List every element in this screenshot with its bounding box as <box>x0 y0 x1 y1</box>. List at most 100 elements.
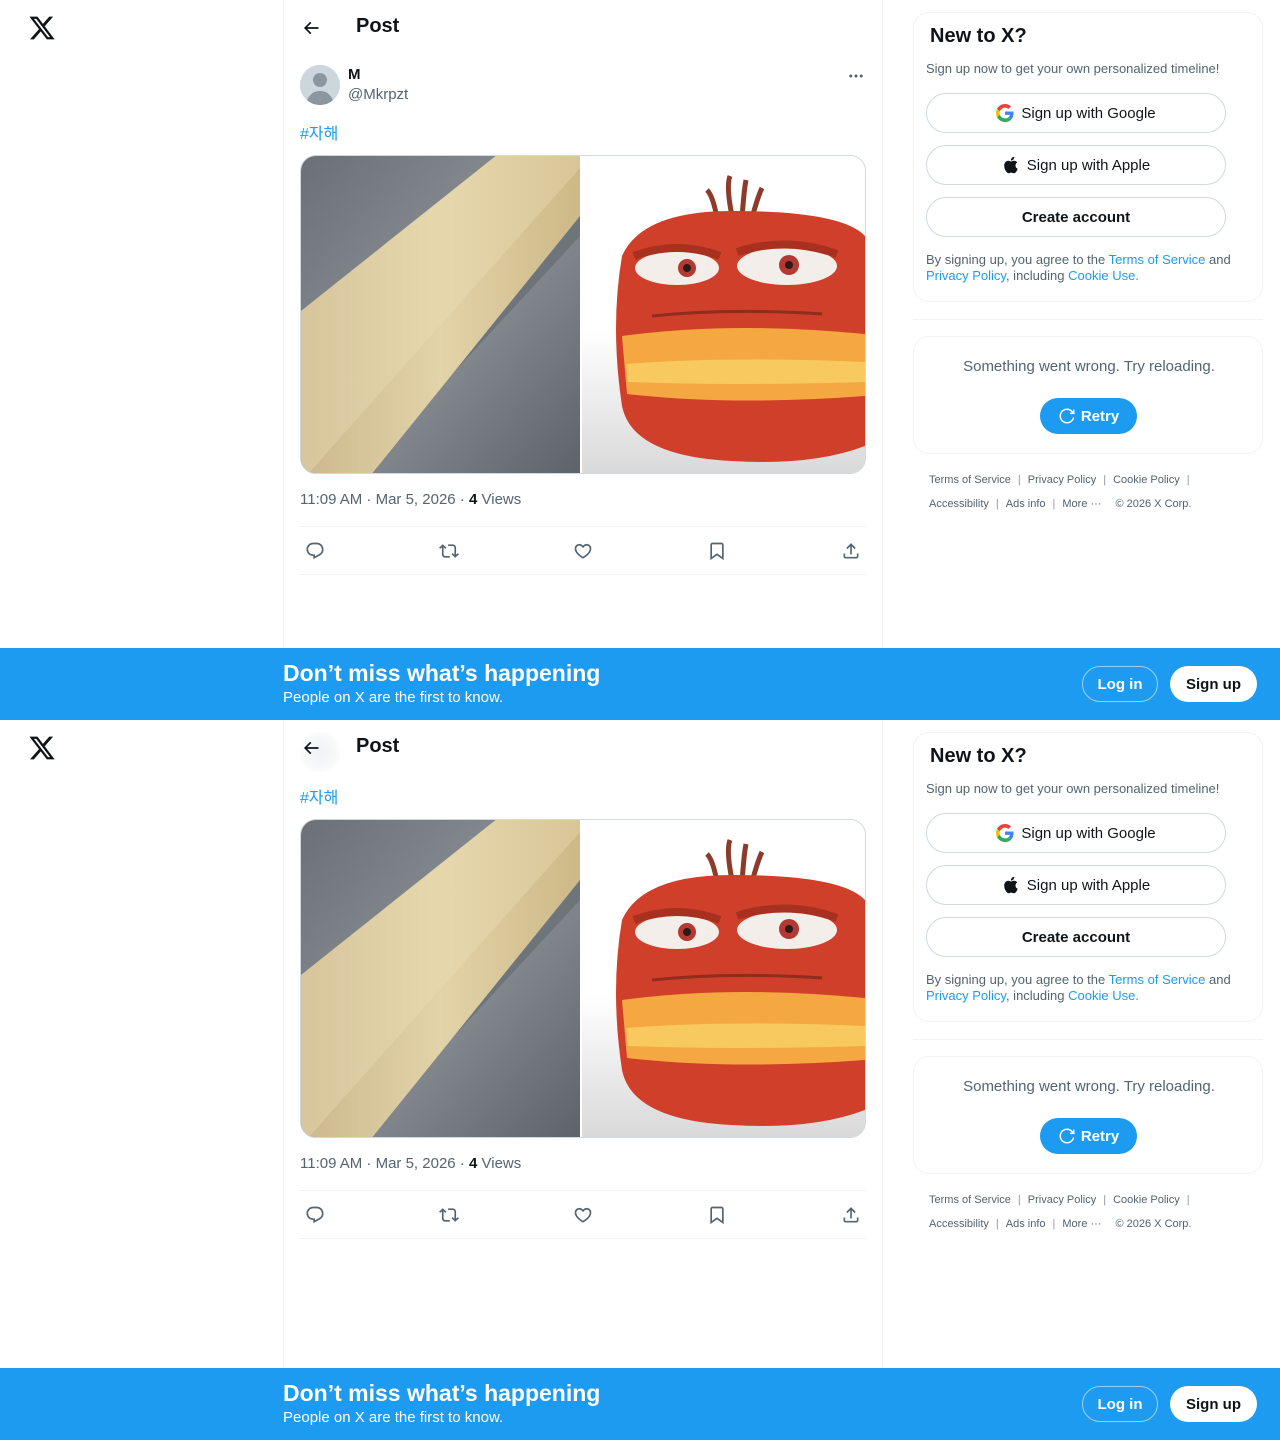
terms-link[interactable]: Terms of Service <box>1109 252 1206 267</box>
back-button[interactable] <box>296 733 326 763</box>
banner-subtitle: People on X are the first to know. <box>283 1409 504 1426</box>
retry-button[interactable]: Retry <box>1040 1118 1137 1154</box>
author-handle[interactable]: @Mkrpzt <box>348 86 408 103</box>
share-button[interactable] <box>840 540 862 562</box>
repost-icon <box>439 543 459 558</box>
like-button[interactable] <box>572 1204 594 1226</box>
error-message: Something went wrong. Try reloading. <box>963 1078 1215 1095</box>
views-label: Views <box>481 1155 522 1172</box>
x-logo-icon[interactable] <box>28 14 56 42</box>
signup-title: New to X? <box>930 745 1027 767</box>
post-author: M @Mkrpzt <box>300 64 868 108</box>
post-time[interactable]: 11:09 AM · Mar 5, 2026 <box>300 1155 456 1172</box>
retry-button[interactable]: Retry <box>1040 398 1137 434</box>
viewport-top: Post M @Mkrpzt #자해 11:09 AM · Mar 5, 202… <box>0 0 1280 720</box>
cookie-link[interactable]: Cookie Use. <box>1068 988 1139 1003</box>
create-account-button[interactable]: Create account <box>926 917 1226 957</box>
back-button[interactable] <box>296 13 326 43</box>
login-button[interactable]: Log in <box>1082 1386 1158 1422</box>
footer-links: Terms of Service | Privacy Policy | Cookie P… <box>929 1188 1249 1236</box>
error-message: Something went wrong. Try reloading. <box>963 358 1215 375</box>
footer-more-link[interactable]: More ··· <box>1062 1212 1101 1236</box>
signup-card: New to X? Sign up now to get your own pe… <box>913 12 1263 302</box>
login-button[interactable]: Log in <box>1082 666 1158 702</box>
ellipsis-icon <box>849 74 863 78</box>
bookmark-button[interactable] <box>706 1204 728 1226</box>
privacy-link[interactable]: Privacy Policy <box>926 268 1006 283</box>
retry-label: Retry <box>1080 1127 1120 1145</box>
banner-signup-button[interactable]: Sign up <box>1170 666 1257 702</box>
error-card: Something went wrong. Try reloading. Ret… <box>913 336 1263 454</box>
media-photo-meme[interactable] <box>582 156 865 473</box>
media-photo-arm[interactable] <box>301 820 582 1137</box>
footer-cookie-link[interactable]: Cookie Policy <box>1113 1188 1180 1212</box>
media-photo-meme[interactable] <box>582 820 865 1137</box>
author-name[interactable]: M <box>348 66 361 83</box>
repost-button[interactable] <box>438 540 460 562</box>
footer-privacy-link[interactable]: Privacy Policy <box>1028 468 1096 492</box>
more-options-button[interactable] <box>844 64 868 88</box>
footer-cookie-link[interactable]: Cookie Policy <box>1113 468 1180 492</box>
share-icon <box>843 542 859 558</box>
signup-google-button[interactable]: Sign up with Google <box>926 93 1226 133</box>
apple-icon <box>1003 876 1018 894</box>
post-time[interactable]: 11:09 AM · Mar 5, 2026 <box>300 491 456 508</box>
banner-subtitle: People on X are the first to know. <box>283 689 504 706</box>
post-timestamp: 11:09 AM · Mar 5, 2026 · 4 Views <box>300 491 522 508</box>
signup-apple-label: Sign up with Apple <box>1026 876 1151 894</box>
signup-subtitle: Sign up now to get your own personalized… <box>926 781 1220 796</box>
like-button[interactable] <box>572 540 594 562</box>
views-count: 4 <box>468 1155 478 1172</box>
main-column: Post M @Mkrpzt #자해 11:09 AM · Mar 5, 202… <box>283 0 883 720</box>
post-media[interactable] <box>300 819 866 1138</box>
footer-accessibility-link[interactable]: Accessibility <box>929 492 989 516</box>
bookmark-button[interactable] <box>706 540 728 562</box>
banner-title: Don’t miss what’s happening <box>283 660 601 686</box>
share-button[interactable] <box>840 1204 862 1226</box>
footer-accessibility-link[interactable]: Accessibility <box>929 1212 989 1236</box>
cookie-link[interactable]: Cookie Use. <box>1068 268 1139 283</box>
terms-and: and <box>1205 252 1231 267</box>
signup-terms: By signing up, you agree to the Terms of… <box>926 972 1252 1004</box>
footer-terms-link[interactable]: Terms of Service <box>929 1188 1011 1212</box>
signup-apple-button[interactable]: Sign up with Apple <box>926 865 1226 905</box>
signup-google-label: Sign up with Google <box>1021 104 1156 122</box>
create-account-button[interactable]: Create account <box>926 197 1226 237</box>
footer-more-link[interactable]: More ··· <box>1062 492 1101 516</box>
terms-prefix: By signing up, you agree to the <box>926 252 1109 267</box>
terms-link[interactable]: Terms of Service <box>1109 972 1206 987</box>
media-photo-arm[interactable] <box>301 156 582 473</box>
footer-ads-link[interactable]: Ads info <box>1006 492 1046 516</box>
signup-subtitle: Sign up now to get your own personalized… <box>926 61 1220 76</box>
privacy-link[interactable]: Privacy Policy <box>926 988 1006 1003</box>
x-logo-icon[interactable] <box>28 734 56 762</box>
signup-apple-button[interactable]: Sign up with Apple <box>926 145 1226 185</box>
avatar[interactable] <box>300 65 340 105</box>
hashtag-link[interactable]: #자해 <box>300 120 338 144</box>
footer-ads-link[interactable]: Ads info <box>1006 1212 1046 1236</box>
reply-button[interactable] <box>304 540 326 562</box>
viewport-bottom: Post #자해 11:09 AM · Mar 5, 2026 · 4 View… <box>0 720 1280 1440</box>
terms-including: , including <box>1005 268 1069 283</box>
footer-privacy-link[interactable]: Privacy Policy <box>1028 1188 1096 1212</box>
heart-icon <box>574 543 592 559</box>
footer-copyright: © 2026 X Corp. <box>1115 498 1192 510</box>
signup-google-button[interactable]: Sign up with Google <box>926 813 1226 853</box>
footer-terms-link[interactable]: Terms of Service <box>929 468 1011 492</box>
heart-icon <box>574 1207 592 1223</box>
page-title: Post <box>356 15 400 37</box>
post-timestamp: 11:09 AM · Mar 5, 2026 · 4 Views <box>300 1155 522 1172</box>
banner-signup-button[interactable]: Sign up <box>1170 1386 1257 1422</box>
views-label: Views <box>481 491 522 508</box>
reply-icon <box>306 542 324 559</box>
share-icon <box>843 1206 859 1222</box>
post-media[interactable] <box>300 155 866 474</box>
banner-title: Don’t miss what’s happening <box>283 1380 601 1406</box>
google-icon <box>996 104 1014 122</box>
terms-including: , including <box>1005 988 1069 1003</box>
reply-button[interactable] <box>304 1204 326 1226</box>
repost-button[interactable] <box>438 1204 460 1226</box>
main-column: Post #자해 11:09 AM · Mar 5, 2026 · 4 View… <box>283 720 883 1440</box>
hashtag-link[interactable]: #자해 <box>300 784 338 808</box>
repost-icon <box>439 1207 459 1222</box>
